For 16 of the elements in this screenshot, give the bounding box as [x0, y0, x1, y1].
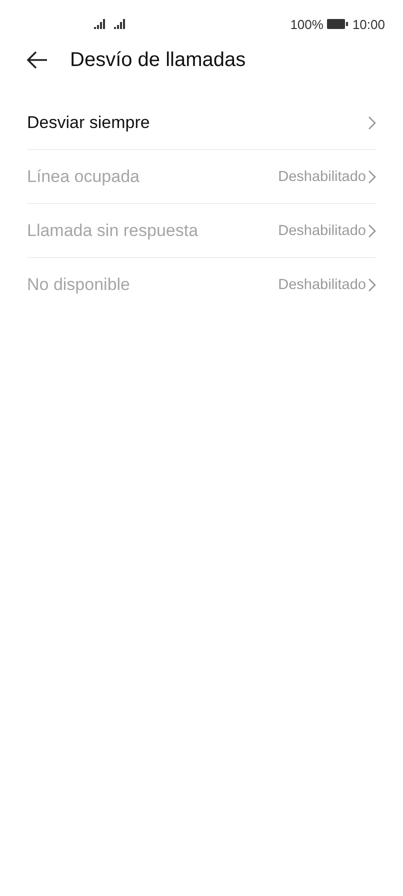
back-arrow-icon	[26, 51, 48, 69]
status-value: Deshabilitado	[278, 222, 366, 238]
chevron-right-icon	[368, 224, 376, 238]
page-title: Desvío de llamadas	[70, 48, 246, 72]
chevron-right-icon	[368, 116, 376, 130]
battery-percentage: 100%	[290, 16, 324, 32]
settings-row[interactable]: Desviar siempre	[27, 96, 376, 150]
status-value: Deshabilitado	[278, 168, 366, 184]
battery-icon	[327, 19, 348, 29]
signal-icon	[94, 19, 108, 29]
chevron-right-icon	[368, 278, 376, 292]
signal-icon	[114, 19, 128, 29]
chevron-right-icon	[368, 170, 376, 184]
status-value: Deshabilitado	[278, 276, 366, 292]
back-button[interactable]	[26, 51, 48, 69]
clock-time: 10:00	[352, 16, 385, 32]
